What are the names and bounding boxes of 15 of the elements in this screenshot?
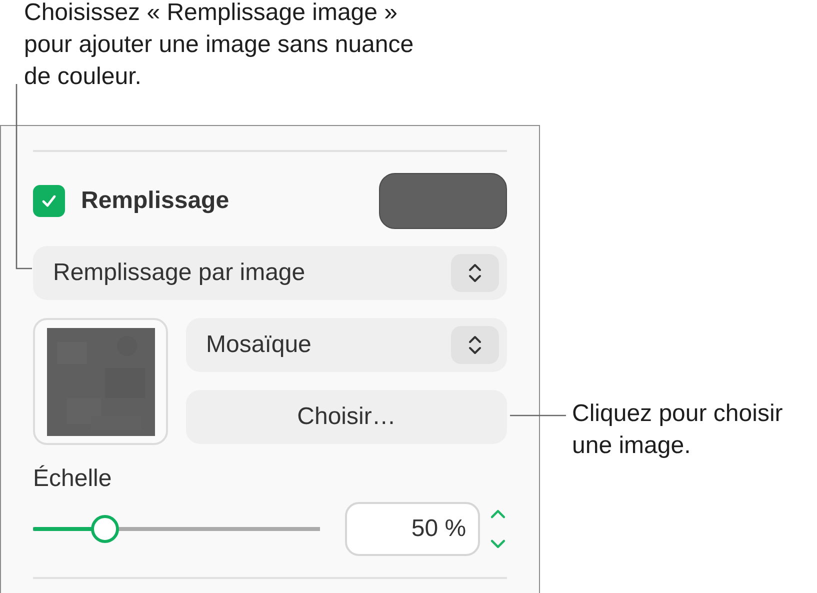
chevron-icon bbox=[451, 254, 499, 292]
callout-text: Choisissez « Remplissage image » pour ajouter une image sans nuance de couleur. bbox=[24, 0, 415, 92]
chevron-icon bbox=[451, 326, 499, 364]
scale-field[interactable]: 50 % bbox=[345, 502, 480, 556]
leader-line bbox=[510, 414, 566, 416]
checkbox[interactable] bbox=[33, 185, 65, 217]
image-thumbnail[interactable] bbox=[33, 318, 168, 445]
fill-label: Remplissage bbox=[81, 187, 230, 215]
scale-label: Échelle bbox=[33, 465, 113, 493]
scale-mode-popup[interactable]: Mosaïque bbox=[186, 318, 507, 372]
image-well-button[interactable] bbox=[379, 173, 507, 229]
fill-type-popup[interactable]: Remplissage par image bbox=[33, 246, 507, 300]
choose-button[interactable]: Choisir… bbox=[186, 390, 507, 444]
stepper-icon[interactable] bbox=[489, 507, 507, 551]
callout-text: Cliquez pour choisir une image. bbox=[572, 399, 784, 461]
